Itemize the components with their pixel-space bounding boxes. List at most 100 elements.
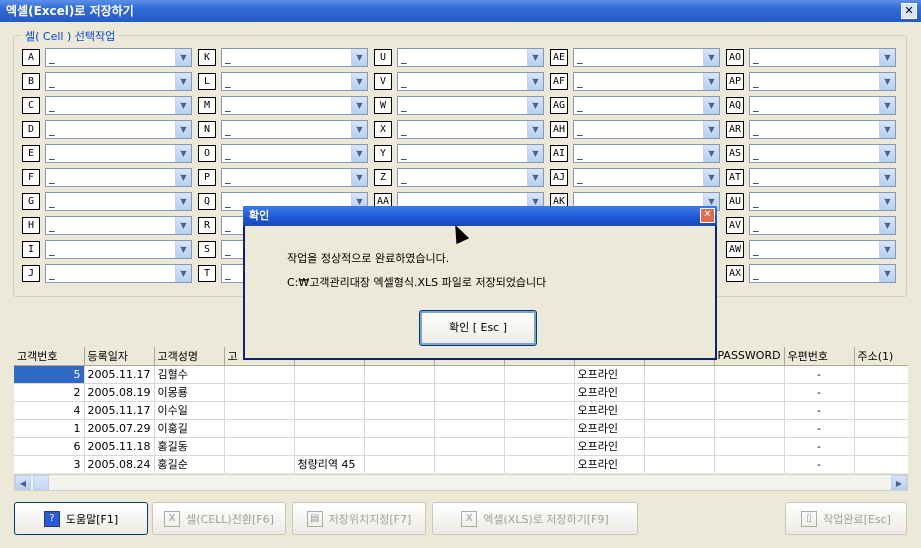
- table-cell[interactable]: 2005.11.17: [84, 365, 155, 384]
- table-cell[interactable]: 5: [14, 365, 85, 384]
- cell-field-select[interactable]: _▼: [45, 120, 192, 139]
- chevron-down-icon[interactable]: ▼: [175, 97, 191, 114]
- table-cell[interactable]: 2005.07.29: [84, 419, 155, 438]
- cell-field-select[interactable]: _▼: [45, 72, 192, 91]
- cell-field-select[interactable]: _▼: [221, 72, 368, 91]
- chevron-down-icon[interactable]: ▼: [351, 97, 367, 114]
- table-cell[interactable]: [854, 401, 908, 420]
- table-row[interactable]: 3 2005.08.24 홍길순 청량리역 45 오프라인 -: [14, 455, 908, 473]
- chevron-down-icon[interactable]: ▼: [175, 193, 191, 210]
- table-cell[interactable]: [224, 437, 295, 456]
- column-header[interactable]: 우편번호: [784, 347, 855, 366]
- chevron-down-icon[interactable]: ▼: [703, 121, 719, 138]
- customer-table[interactable]: 고객번호 등록일자 고객성명 고 PASSWORD 우편번호 주소(1) 5 2005.11.…: [14, 347, 908, 473]
- chevron-down-icon[interactable]: ▼: [351, 169, 367, 186]
- table-cell[interactable]: 6: [14, 437, 85, 456]
- cell-field-select[interactable]: _▼: [45, 192, 192, 211]
- chevron-down-icon[interactable]: ▼: [703, 145, 719, 162]
- table-cell[interactable]: 김혈수: [154, 365, 225, 384]
- cell-field-select[interactable]: _▼: [749, 120, 896, 139]
- table-cell[interactable]: 2005.08.24: [84, 455, 155, 473]
- table-row[interactable]: 4 2005.11.17 이수일 오프라인 -: [14, 401, 908, 420]
- help-button[interactable]: ? 도움말[F1]: [14, 502, 148, 535]
- column-header[interactable]: 고객성명: [154, 347, 225, 366]
- table-cell[interactable]: 이홍길: [154, 419, 225, 438]
- window-close-button[interactable]: ✕: [901, 3, 917, 19]
- cell-field-select[interactable]: _▼: [749, 216, 896, 235]
- table-cell[interactable]: 오프라인: [574, 419, 645, 438]
- cell-field-select[interactable]: _▼: [221, 120, 368, 139]
- cell-field-select[interactable]: _▼: [749, 264, 896, 283]
- table-cell[interactable]: [364, 401, 435, 420]
- chevron-down-icon[interactable]: ▼: [527, 73, 543, 90]
- table-cell[interactable]: [644, 401, 715, 420]
- column-header[interactable]: 주소(1): [854, 347, 908, 366]
- cell-field-select[interactable]: _▼: [221, 144, 368, 163]
- chevron-down-icon[interactable]: ▼: [175, 121, 191, 138]
- chevron-down-icon[interactable]: ▼: [879, 49, 895, 66]
- table-row[interactable]: 2 2005.08.19 이몽룡 오프라인 -: [14, 383, 908, 402]
- cell-field-select[interactable]: _▼: [45, 48, 192, 67]
- save-xls-button[interactable]: X 엑셀(XLS)로 저장하기[F9]: [432, 502, 638, 535]
- table-cell[interactable]: [364, 383, 435, 402]
- chevron-down-icon[interactable]: ▼: [527, 145, 543, 162]
- cell-field-select[interactable]: _▼: [397, 168, 544, 187]
- cell-field-select[interactable]: _▼: [45, 240, 192, 259]
- cell-field-select[interactable]: _▼: [749, 144, 896, 163]
- table-cell[interactable]: [644, 365, 715, 384]
- table-cell[interactable]: -: [784, 383, 855, 402]
- table-cell[interactable]: [644, 383, 715, 402]
- cell-field-select[interactable]: _▼: [573, 144, 720, 163]
- done-button[interactable]: ▯ 작업완료[Esc]: [785, 502, 907, 535]
- table-cell[interactable]: [504, 437, 575, 456]
- chevron-down-icon[interactable]: ▼: [351, 49, 367, 66]
- table-cell[interactable]: [504, 401, 575, 420]
- cell-field-select[interactable]: _▼: [45, 96, 192, 115]
- table-cell[interactable]: [224, 365, 295, 384]
- chevron-down-icon[interactable]: ▼: [527, 97, 543, 114]
- table-cell[interactable]: [224, 383, 295, 402]
- table-cell[interactable]: -: [784, 365, 855, 384]
- table-cell[interactable]: [854, 437, 908, 456]
- cell-field-select[interactable]: _▼: [749, 192, 896, 211]
- table-cell[interactable]: [224, 419, 295, 438]
- table-cell[interactable]: 청량리역 45: [294, 455, 365, 473]
- table-cell[interactable]: -: [784, 455, 855, 473]
- chevron-down-icon[interactable]: ▼: [175, 265, 191, 282]
- cell-field-select[interactable]: _▼: [221, 96, 368, 115]
- table-cell[interactable]: [364, 437, 435, 456]
- cell-field-select[interactable]: _▼: [397, 96, 544, 115]
- table-cell[interactable]: 4: [14, 401, 85, 420]
- table-cell[interactable]: 오프라인: [574, 437, 645, 456]
- table-cell[interactable]: [714, 437, 785, 456]
- chevron-down-icon[interactable]: ▼: [879, 73, 895, 90]
- table-cell[interactable]: 3: [14, 455, 85, 473]
- cell-field-select[interactable]: _▼: [749, 48, 896, 67]
- cell-field-select[interactable]: _▼: [221, 48, 368, 67]
- table-cell[interactable]: [434, 455, 505, 473]
- table-cell[interactable]: [434, 419, 505, 438]
- chevron-down-icon[interactable]: ▼: [879, 265, 895, 282]
- chevron-down-icon[interactable]: ▼: [527, 169, 543, 186]
- table-cell[interactable]: [434, 365, 505, 384]
- table-cell[interactable]: 2005.11.18: [84, 437, 155, 456]
- table-cell[interactable]: -: [784, 419, 855, 438]
- dialog-ok-button[interactable]: 확인 [ Esc ]: [419, 310, 537, 346]
- chevron-down-icon[interactable]: ▼: [703, 49, 719, 66]
- scroll-right-icon[interactable]: ▶: [891, 475, 907, 490]
- chevron-down-icon[interactable]: ▼: [175, 241, 191, 258]
- cell-field-select[interactable]: _▼: [749, 240, 896, 259]
- cell-field-select[interactable]: _▼: [573, 48, 720, 67]
- scroll-thumb[interactable]: [33, 475, 49, 490]
- table-cell[interactable]: 2: [14, 383, 85, 402]
- table-cell[interactable]: [714, 383, 785, 402]
- table-cell[interactable]: [504, 455, 575, 473]
- cell-field-select[interactable]: _▼: [397, 120, 544, 139]
- table-cell[interactable]: [294, 419, 365, 438]
- table-cell[interactable]: [294, 365, 365, 384]
- chevron-down-icon[interactable]: ▼: [879, 241, 895, 258]
- table-cell[interactable]: [854, 419, 908, 438]
- table-cell[interactable]: [364, 365, 435, 384]
- cell-field-select[interactable]: _▼: [573, 72, 720, 91]
- chevron-down-icon[interactable]: ▼: [703, 73, 719, 90]
